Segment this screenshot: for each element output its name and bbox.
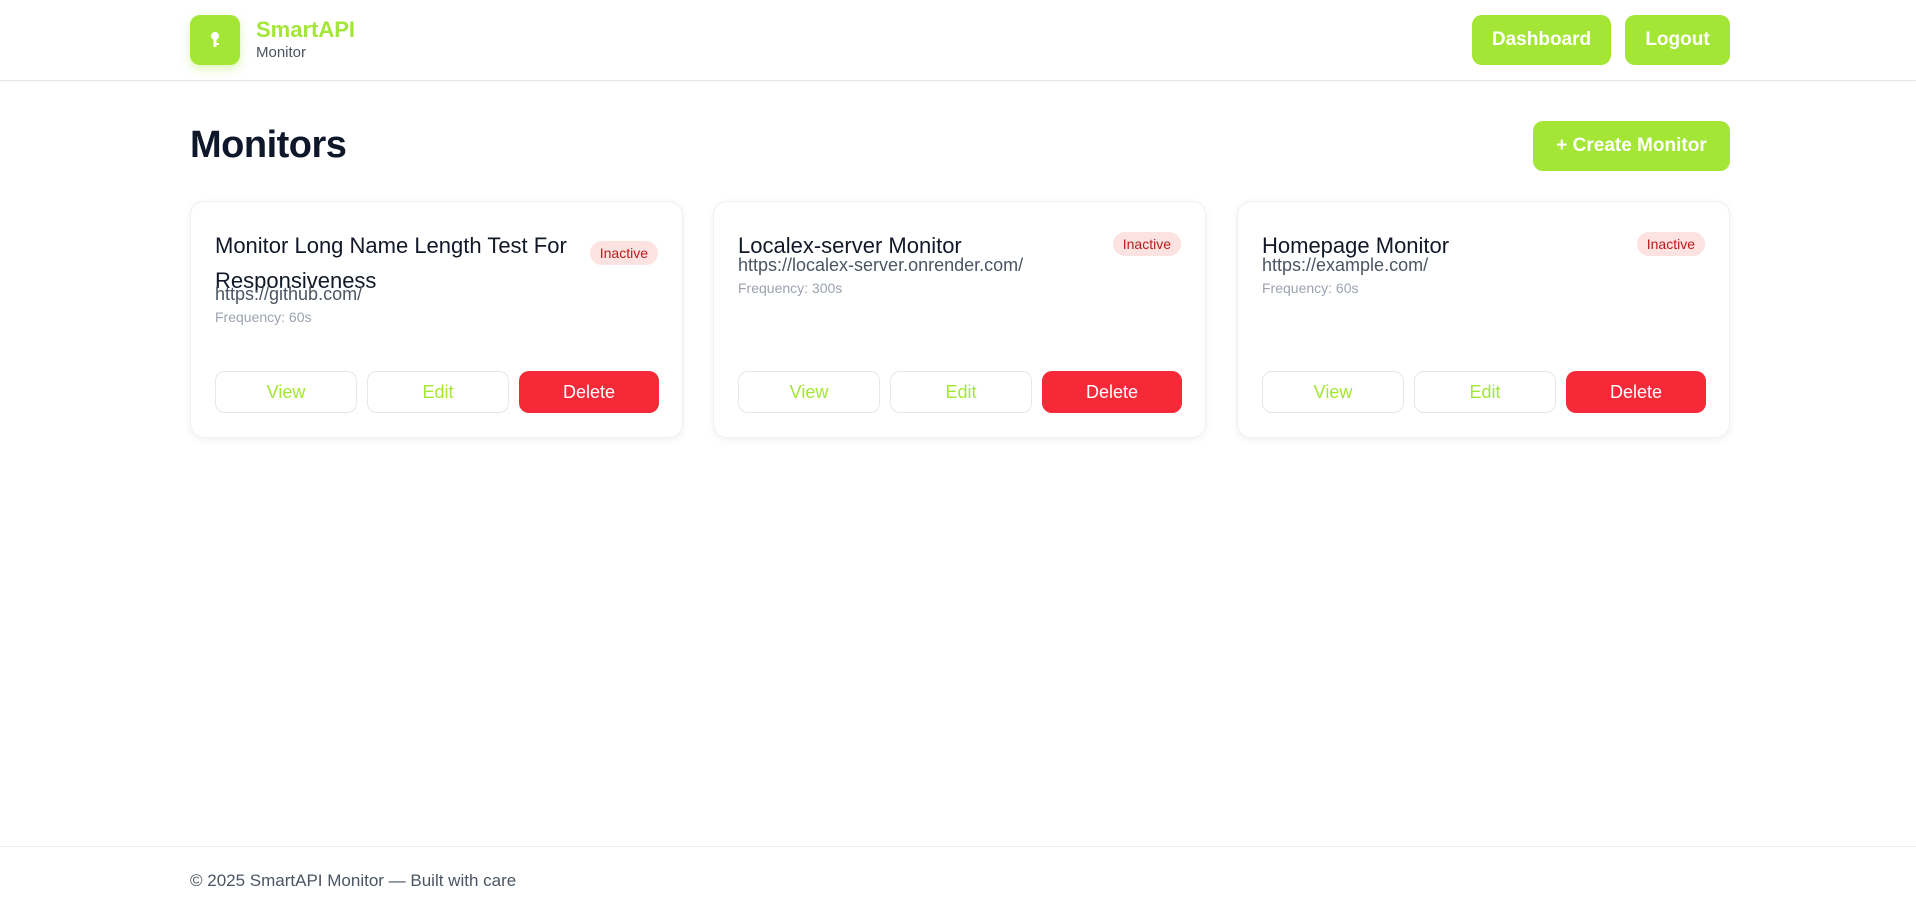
monitor-frequency: Frequency: 60s: [1262, 280, 1359, 296]
monitor-url: https://github.com/: [215, 284, 363, 304]
monitor-card: Monitor Long Name Length Test For Respon…: [190, 201, 683, 438]
monitor-frequency: Frequency: 300s: [738, 280, 843, 296]
edit-button[interactable]: Edit: [890, 371, 1032, 413]
delete-button[interactable]: Delete: [1042, 371, 1182, 413]
logo: [190, 15, 240, 65]
card-actions: View Edit Delete: [215, 371, 659, 413]
footer-text: © 2025 SmartAPI Monitor — Built with car…: [190, 871, 517, 890]
view-button[interactable]: View: [215, 371, 357, 413]
logout-button[interactable]: Logout: [1625, 15, 1730, 65]
footer: © 2025 SmartAPI Monitor — Built with car…: [0, 846, 1916, 907]
delete-button[interactable]: Delete: [1566, 371, 1706, 413]
brand-subtitle: Monitor: [256, 44, 307, 61]
create-monitor-button[interactable]: + Create Monitor: [1533, 121, 1730, 171]
status-badge: Inactive: [1636, 232, 1705, 256]
card-actions: View Edit Delete: [1262, 371, 1706, 413]
delete-button[interactable]: Delete: [519, 371, 659, 413]
status-badge: Inactive: [589, 241, 658, 265]
monitor-url: https://example.com/: [1262, 255, 1429, 275]
page-title: Monitors: [190, 124, 347, 166]
brand-name: SmartAPI: [256, 17, 356, 42]
monitor-frequency: Frequency: 60s: [215, 309, 312, 325]
view-button[interactable]: View: [1262, 371, 1404, 413]
monitor-card: Homepage Monitor Inactive https://exampl…: [1237, 201, 1730, 438]
view-button[interactable]: View: [738, 371, 880, 413]
edit-button[interactable]: Edit: [367, 371, 509, 413]
card-actions: View Edit Delete: [738, 371, 1182, 413]
top-navbar: SmartAPI Monitor Dashboard Logout: [0, 0, 1916, 81]
monitor-url: https://localex-server.onrender.com/: [738, 255, 1024, 275]
dashboard-button[interactable]: Dashboard: [1472, 15, 1611, 65]
edit-button[interactable]: Edit: [1414, 371, 1556, 413]
monitor-card: Localex-server Monitor Inactive https://…: [713, 201, 1206, 438]
status-badge: Inactive: [1112, 232, 1181, 256]
brand[interactable]: SmartAPI Monitor: [190, 15, 355, 65]
key-icon: [211, 32, 219, 47]
